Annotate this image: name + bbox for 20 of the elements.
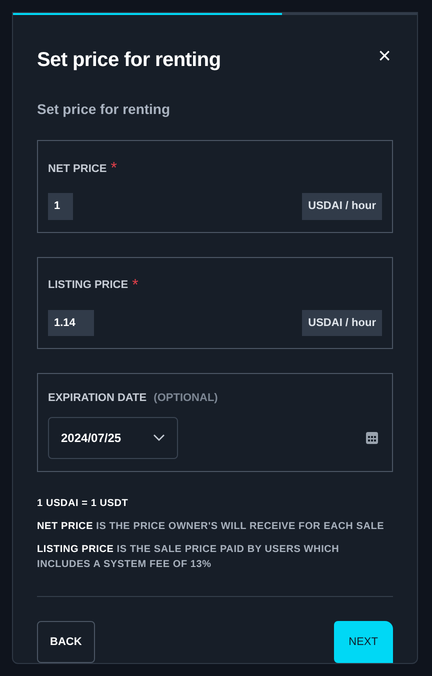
required-mark: * xyxy=(132,276,138,296)
chevron-down-icon xyxy=(153,434,165,442)
dialog-title: Set price for renting xyxy=(37,48,221,73)
dialog-subtitle: Set price for renting xyxy=(36,100,172,119)
close-button[interactable]: × xyxy=(376,45,393,67)
next-button[interactable]: NEXT xyxy=(334,620,393,663)
field-label: EXPIRATION DATE (OPTIONAL) xyxy=(48,391,218,406)
info-text: 1 USDAI = 1 USDT xyxy=(37,496,130,510)
price-input[interactable]: 1.14 xyxy=(48,310,94,336)
field-label: LISTING PRICE xyxy=(48,278,128,294)
price-input[interactable]: 1 xyxy=(48,193,73,220)
info-text: NET PRICE IS THE PRICE OWNER'S WILL RECEIVE FOR EACH SALE xyxy=(37,520,386,534)
field-label: NET PRICE xyxy=(48,162,107,177)
info-text: LISTING PRICE IS THE SALE PRICE PAID BY USERS WHICH INCLUDES A SYSTEM FEE OF 13% xyxy=(37,542,340,572)
unit-label: USDAI / hour xyxy=(302,193,382,220)
required-mark: * xyxy=(110,159,117,179)
back-button[interactable]: BACK xyxy=(37,620,95,663)
unit-label: USDAI / hour xyxy=(302,310,382,336)
date-select[interactable]: 2024/07/25 xyxy=(48,416,178,458)
calendar-icon[interactable] xyxy=(366,431,378,444)
